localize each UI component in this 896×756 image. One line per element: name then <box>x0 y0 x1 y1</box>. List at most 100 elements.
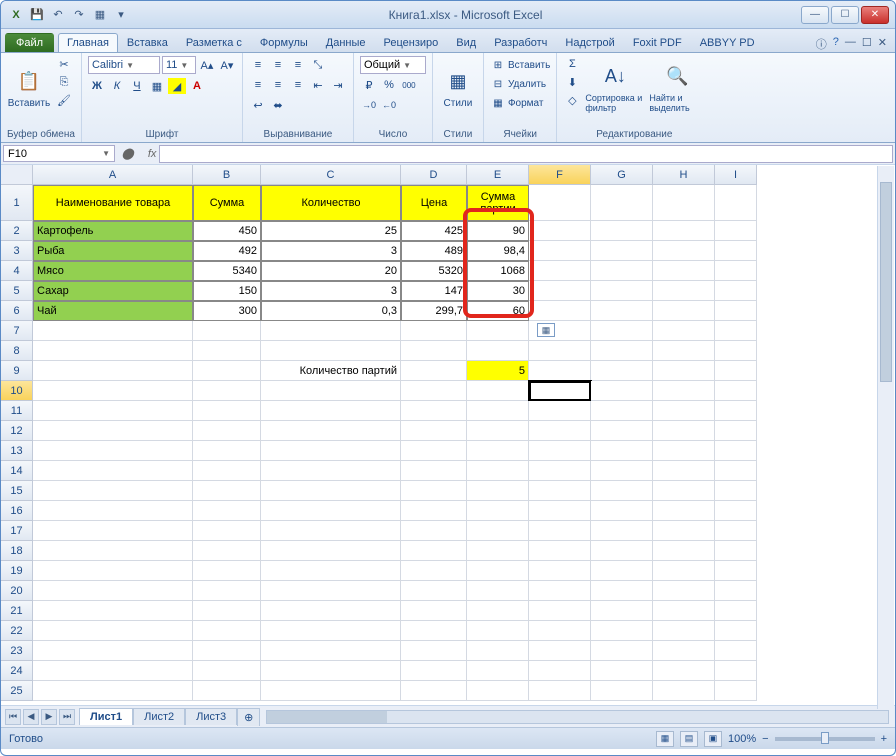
cell-F18[interactable] <box>529 541 591 561</box>
cell-F2[interactable] <box>529 221 591 241</box>
indent-inc-button[interactable]: ⇥ <box>329 77 347 93</box>
cell-F8[interactable] <box>529 341 591 361</box>
align-left-button[interactable]: ≡ <box>249 77 267 93</box>
decrease-decimal-button[interactable]: ←0 <box>380 97 398 113</box>
cell-A17[interactable] <box>33 521 193 541</box>
cell-A7[interactable] <box>33 321 193 341</box>
cell-I5[interactable] <box>715 281 757 301</box>
row-header-18[interactable]: 18 <box>1 541 33 561</box>
cell-F25[interactable] <box>529 681 591 701</box>
cell-G25[interactable] <box>591 681 653 701</box>
cell-F17[interactable] <box>529 521 591 541</box>
orientation-button[interactable]: ⤡ <box>309 57 327 73</box>
tab-addins[interactable]: Надстрой <box>556 33 623 52</box>
sheet-nav-prev[interactable]: ◀ <box>23 709 39 725</box>
cell-A20[interactable] <box>33 581 193 601</box>
cell-G21[interactable] <box>591 601 653 621</box>
cell-H3[interactable] <box>653 241 715 261</box>
format-cells-button[interactable]: ▦Формат <box>490 94 550 112</box>
cell-B2[interactable]: 450 <box>193 221 261 241</box>
cell-I25[interactable] <box>715 681 757 701</box>
cell-F1[interactable] <box>529 185 591 221</box>
help-icon[interactable]: ? <box>833 36 839 52</box>
cell-C25[interactable] <box>261 681 401 701</box>
cell-I15[interactable] <box>715 481 757 501</box>
cell-H2[interactable] <box>653 221 715 241</box>
cell-D14[interactable] <box>401 461 467 481</box>
outer-close-button[interactable]: ✕ <box>861 6 889 24</box>
cell-G11[interactable] <box>591 401 653 421</box>
cell-A23[interactable] <box>33 641 193 661</box>
column-header-B[interactable]: B <box>193 165 261 185</box>
cell-A15[interactable] <box>33 481 193 501</box>
column-header-H[interactable]: H <box>653 165 715 185</box>
cell-D20[interactable] <box>401 581 467 601</box>
cell-G5[interactable] <box>591 281 653 301</box>
cell-A13[interactable] <box>33 441 193 461</box>
row-header-23[interactable]: 23 <box>1 641 33 661</box>
outer-minimize-button[interactable]: — <box>801 6 829 24</box>
cell-F19[interactable] <box>529 561 591 581</box>
cell-C13[interactable] <box>261 441 401 461</box>
cell-F12[interactable] <box>529 421 591 441</box>
row-header-24[interactable]: 24 <box>1 661 33 681</box>
cell-H6[interactable] <box>653 301 715 321</box>
cell-C19[interactable] <box>261 561 401 581</box>
fill-color-button[interactable]: ◢ <box>168 78 186 94</box>
select-all-corner[interactable] <box>1 165 33 185</box>
currency-button[interactable]: ₽ <box>360 77 378 93</box>
format-painter-button[interactable]: 🖌 <box>55 92 73 108</box>
grow-font-button[interactable]: A▴ <box>198 57 216 73</box>
cell-F13[interactable] <box>529 441 591 461</box>
cell-F10[interactable] <box>529 381 591 401</box>
cell-B23[interactable] <box>193 641 261 661</box>
cell-I2[interactable] <box>715 221 757 241</box>
font-color-button[interactable]: A <box>188 78 206 94</box>
sheet-nav-last[interactable]: ⏭ <box>59 709 75 725</box>
cell-B21[interactable] <box>193 601 261 621</box>
cell-C16[interactable] <box>261 501 401 521</box>
cell-D4[interactable]: 5320 <box>401 261 467 281</box>
cell-H16[interactable] <box>653 501 715 521</box>
cell-G6[interactable] <box>591 301 653 321</box>
cell-H14[interactable] <box>653 461 715 481</box>
cell-A1[interactable]: Наименование товара <box>33 185 193 221</box>
cell-C24[interactable] <box>261 661 401 681</box>
cell-C11[interactable] <box>261 401 401 421</box>
cell-F11[interactable] <box>529 401 591 421</box>
cell-A25[interactable] <box>33 681 193 701</box>
cell-H25[interactable] <box>653 681 715 701</box>
row-header-16[interactable]: 16 <box>1 501 33 521</box>
cell-B9[interactable] <box>193 361 261 381</box>
zoom-slider-thumb[interactable] <box>821 732 829 744</box>
cell-G15[interactable] <box>591 481 653 501</box>
cell-E16[interactable] <box>467 501 529 521</box>
row-header-11[interactable]: 11 <box>1 401 33 421</box>
cell-H4[interactable] <box>653 261 715 281</box>
cell-C7[interactable] <box>261 321 401 341</box>
cell-B15[interactable] <box>193 481 261 501</box>
cell-G2[interactable] <box>591 221 653 241</box>
qat-undo[interactable]: ↶ <box>49 6 67 24</box>
cell-E1[interactable]: Сумма партии <box>467 185 529 221</box>
cell-B8[interactable] <box>193 341 261 361</box>
cell-C4[interactable]: 20 <box>261 261 401 281</box>
sheet-nav-next[interactable]: ▶ <box>41 709 57 725</box>
cell-I12[interactable] <box>715 421 757 441</box>
cell-B18[interactable] <box>193 541 261 561</box>
tab-home[interactable]: Главная <box>58 33 118 52</box>
cell-D15[interactable] <box>401 481 467 501</box>
formula-input[interactable] <box>159 145 893 163</box>
cell-H5[interactable] <box>653 281 715 301</box>
cell-E5[interactable]: 30 <box>467 281 529 301</box>
indent-dec-button[interactable]: ⇤ <box>309 77 327 93</box>
cell-F23[interactable] <box>529 641 591 661</box>
cell-F24[interactable] <box>529 661 591 681</box>
tab-data[interactable]: Данные <box>317 33 375 52</box>
cell-B4[interactable]: 5340 <box>193 261 261 281</box>
cell-C2[interactable]: 25 <box>261 221 401 241</box>
cell-H7[interactable] <box>653 321 715 341</box>
cut-button[interactable]: ✂ <box>55 56 73 72</box>
qat-more[interactable]: ▾ <box>112 6 130 24</box>
cell-A12[interactable] <box>33 421 193 441</box>
